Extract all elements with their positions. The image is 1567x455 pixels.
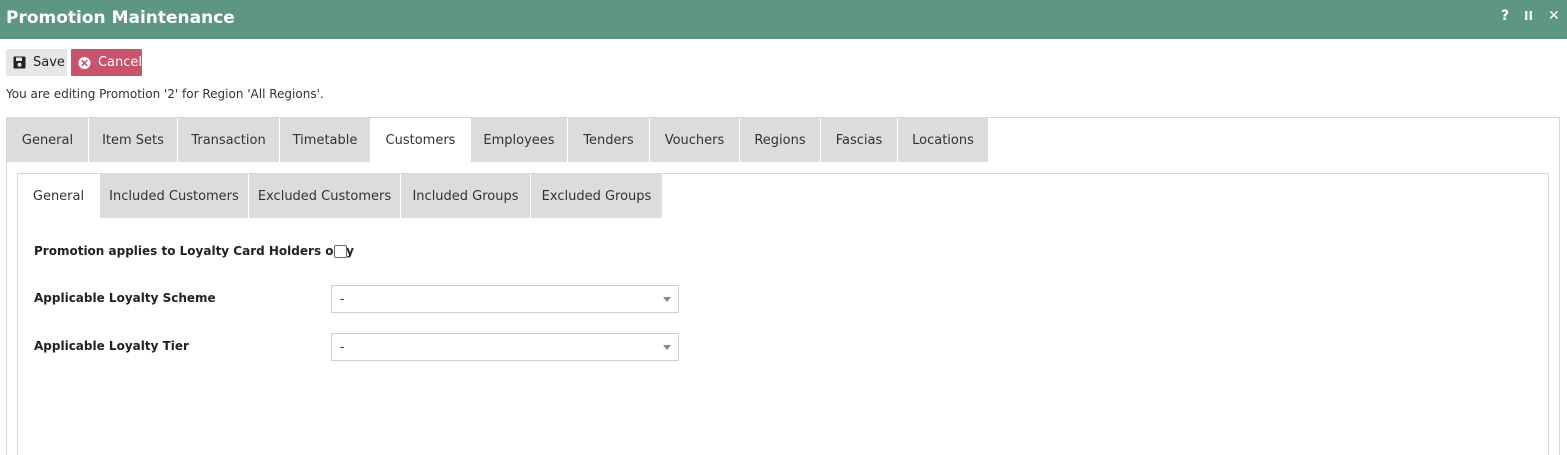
cancel-button-label: Cancel — [97, 55, 142, 70]
window-title: Promotion Maintenance — [6, 8, 235, 28]
subtab-general[interactable]: General — [18, 174, 99, 218]
tab-tenders[interactable]: Tenders — [568, 118, 649, 162]
tab-timetable[interactable]: Timetable — [280, 118, 370, 162]
loyalty-scheme-label: Applicable Loyalty Scheme — [34, 291, 216, 305]
floppy-disk-icon — [13, 56, 26, 69]
tab-vouchers[interactable]: Vouchers — [650, 118, 739, 162]
loyalty-tier-select[interactable]: - — [331, 333, 679, 361]
chevron-down-icon — [663, 345, 671, 350]
loyalty-tier-value: - — [340, 340, 345, 354]
tab-general[interactable]: General — [7, 118, 88, 162]
loyalty-only-label: Promotion applies to Loyalty Card Holder… — [34, 244, 354, 258]
chevron-down-icon — [663, 297, 671, 302]
window-titlebar: Promotion Maintenance ? II ✕ — [0, 0, 1567, 39]
cancel-button[interactable]: Cancel — [71, 49, 142, 76]
circle-x-icon — [78, 56, 91, 69]
subtab-excluded-customers[interactable]: Excluded Customers — [249, 174, 400, 218]
loyalty-only-checkbox[interactable] — [334, 245, 347, 258]
subtab-excluded-groups[interactable]: Excluded Groups — [531, 174, 662, 218]
save-button[interactable]: Save — [6, 49, 67, 76]
loyalty-tier-label: Applicable Loyalty Tier — [34, 339, 189, 353]
loyalty-scheme-value: - — [340, 292, 345, 306]
tab-employees[interactable]: Employees — [471, 118, 567, 162]
tab-locations[interactable]: Locations — [898, 118, 988, 162]
help-icon[interactable]: ? — [1501, 8, 1509, 24]
promotion-tabs-panel: General Item Sets Transaction Timetable … — [6, 117, 1560, 455]
customers-subtabs-panel: General Included Customers Excluded Cust… — [17, 173, 1549, 455]
subtab-included-groups[interactable]: Included Groups — [401, 174, 530, 218]
editing-info-text: You are editing Promotion '2' for Region… — [6, 87, 324, 101]
pause-icon[interactable]: II — [1524, 9, 1533, 23]
loyalty-scheme-select[interactable]: - — [331, 285, 679, 313]
tab-fascias[interactable]: Fascias — [821, 118, 897, 162]
close-icon[interactable]: ✕ — [1548, 8, 1560, 24]
tab-regions[interactable]: Regions — [740, 118, 820, 162]
save-button-label: Save — [33, 55, 65, 70]
subtab-included-customers[interactable]: Included Customers — [100, 174, 248, 218]
tab-customers[interactable]: Customers — [371, 118, 470, 162]
tab-item-sets[interactable]: Item Sets — [89, 118, 177, 162]
tab-transaction[interactable]: Transaction — [178, 118, 279, 162]
